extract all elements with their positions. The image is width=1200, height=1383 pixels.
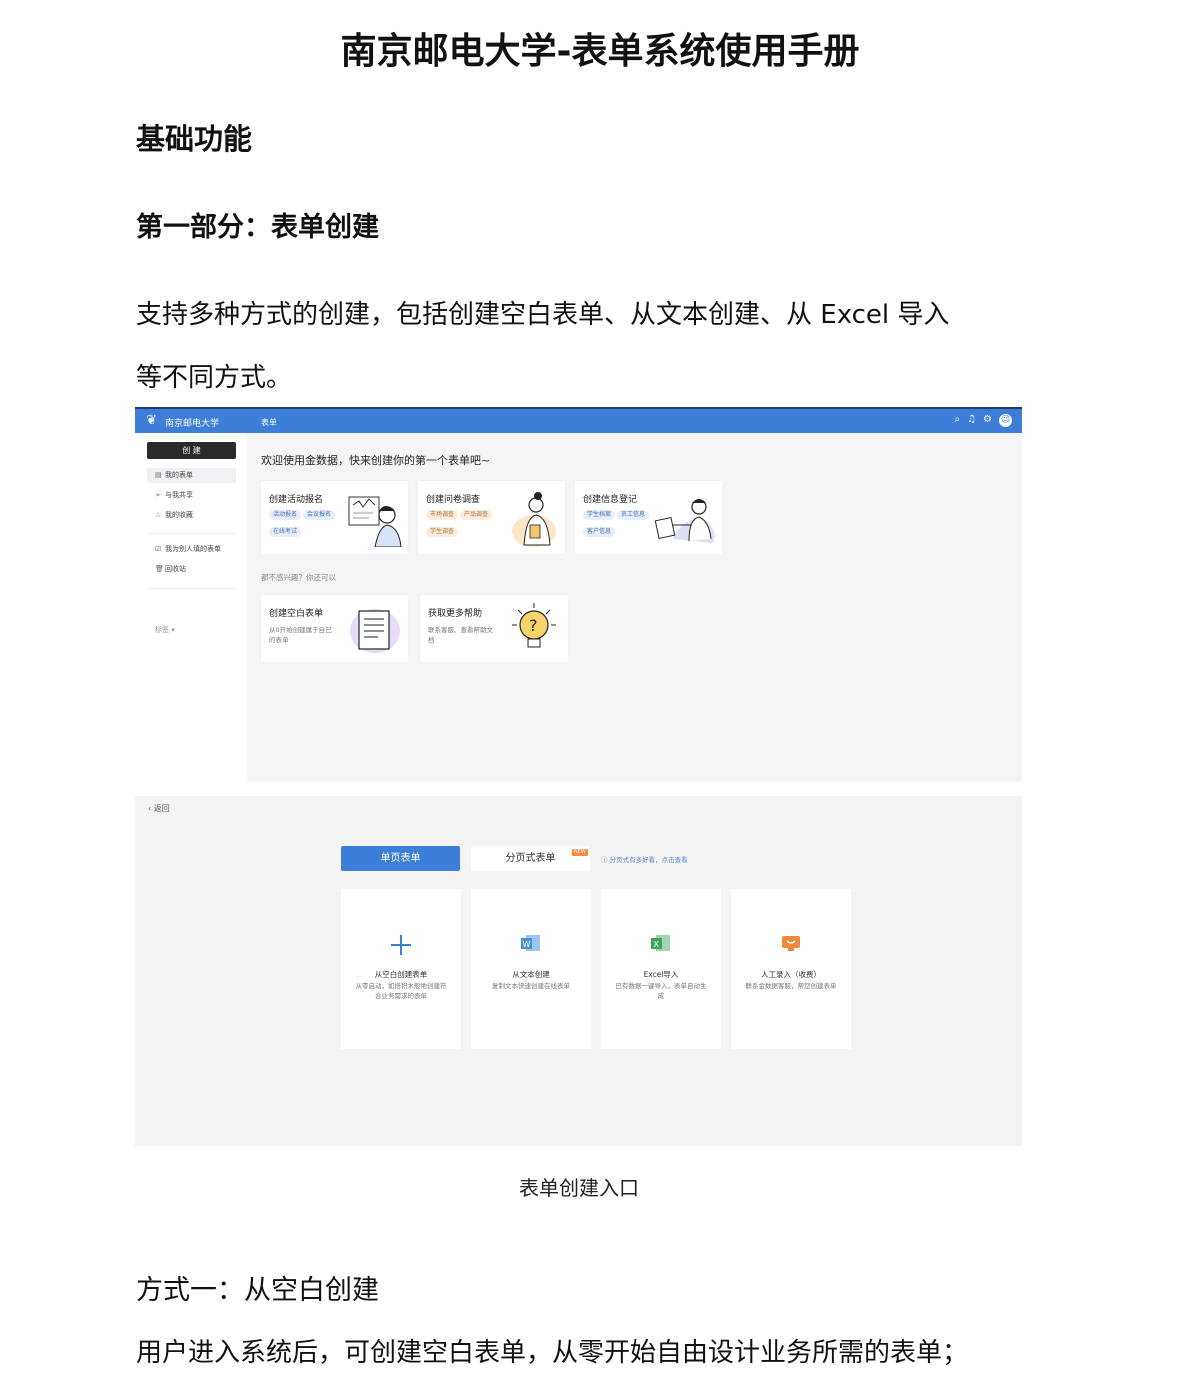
option-title: 人工录入（收费） [761,970,821,979]
multi-page-tip-link[interactable]: ⓘ 分页式有多好看，点击查看 [601,854,688,864]
document-title: 南京邮电大学-表单系统使用手册 [340,31,860,72]
back-button[interactable]: ‹ 返回 [148,803,170,814]
svg-text:W: W [523,940,531,949]
template-card-survey[interactable]: 创建问卷调查 市场调查 产品调查 学生调查 [418,481,565,554]
option-description: 联系金数据客服，帮您创建表单 [745,982,837,990]
create-blank-card[interactable]: 创建空白表单 从0开始创建属于自己的表单 [261,595,408,662]
plus-icon [341,933,461,961]
more-options-heading: 都不感兴趣？你还可以 [261,573,336,582]
app-topbar: ❦ 南京邮电大学 表单 ⌕ ♫ ⚙ ☺ [135,407,1022,433]
sidebar-item-shared[interactable]: ➢ 与我共享 [147,488,236,503]
tab-single-page[interactable]: 单页表单 [341,846,460,871]
new-badge: NEW [572,849,588,856]
option-description: 已有数据一键导入，表单自动生成 [615,982,707,1000]
tag-chip: 客户信息 [583,527,616,537]
document-icon: ▤ [155,471,162,479]
sidebar-divider [147,588,236,589]
card-description: 联系客服、查看帮助文档 [428,626,493,644]
sidebar-item-label: 与我共享 [165,491,193,499]
tag-chip: 在线考试 [269,527,302,537]
tag-chip: 产品调查 [460,510,493,520]
create-page-screenshot: ‹ 返回 单页表单 分页式表单 NEW ⓘ 分页式有多好看，点击查看 从空白创建… [135,796,1022,1146]
sidebar-tags[interactable]: 标签 ▾ [155,625,175,635]
app-brand: 南京邮电大学 [165,419,220,429]
option-from-text[interactable]: W 从文本创建 复制文本快速创建在线表单 [471,889,591,1049]
option-excel-import[interactable]: X Excel导入 已有数据一键导入，表单自动生成 [601,889,721,1049]
bell-icon[interactable]: ♫ [967,414,976,427]
option-manual-entry[interactable]: 人工录入（收费） 联系金数据客服，帮您创建表单 [731,889,851,1049]
sidebar-item-favorites[interactable]: ☆ 我的收藏 [147,508,236,523]
part-heading: 第一部分：表单创建 [136,212,379,243]
option-title: 从文本创建 [512,970,550,979]
option-title: Excel导入 [643,970,679,979]
checkbox-icon: ☑ [155,545,162,553]
card-description: 从0开始创建属于自己的表单 [269,626,332,644]
option-blank[interactable]: 从空白创建表单 从零启动，如搭积木般地创建符合业务需求的表单 [341,889,461,1049]
card-title: 创建空白表单 [269,609,324,619]
star-icon: ☆ [155,511,162,519]
method-heading: 方式一：从空白创建 [136,1275,379,1306]
tag-chip: 学生档案 [583,510,616,520]
word-icon: W [471,933,591,957]
card-title: 创建活动报名 [269,495,324,505]
tag-chip: 市场调查 [426,510,459,520]
intro-paragraph-line2: 等不同方式。 [136,363,293,393]
avatar[interactable]: ☺ [999,414,1012,427]
illustration-icon [512,492,556,547]
figure-caption: 表单创建入口 [519,1176,639,1200]
card-title: 创建问卷调查 [426,495,481,505]
lightbulb-icon: ? [512,603,556,648]
option-description: 从零启动，如搭积木般地创建符合业务需求的表单 [355,982,447,1000]
gear-icon[interactable]: ⚙ [983,414,992,427]
service-icon [731,933,851,957]
tag-chip: 学生调查 [426,527,459,537]
option-title: 从空白创建表单 [374,970,428,979]
method-paragraph: 用户进入系统后，可创建空白表单，从零开始自由设计业务所需的表单； [136,1338,969,1368]
welcome-heading: 欢迎使用金数据，快来创建你的第一个表单吧~ [261,454,491,467]
tag-chip: 活动报名 [269,510,302,520]
search-icon[interactable]: ⌕ [954,414,960,427]
dashboard-screenshot: ❦ 南京邮电大学 表单 ⌕ ♫ ⚙ ☺ 创 建 ▤ 我的表单 ➢ 与我共享 ☆ 我的收… [135,407,1022,782]
info-icon: ⓘ [601,856,608,864]
blank-form-illustration-icon [350,609,400,653]
svg-text:?: ? [529,616,538,635]
logo-icon: ❦ [146,413,157,428]
illustration-icon [654,499,715,543]
tag-chip: 员工信息 [617,510,650,520]
sidebar-item-trash[interactable]: 🗑回收站 [147,562,236,577]
excel-icon: X [601,933,721,957]
sidebar: 创 建 ▤ 我的表单 ➢ 与我共享 ☆ 我的收藏 ☑ 我为别人填的表单 🗑回收站 标签 … [135,433,247,782]
sidebar-item-filled[interactable]: ☑ 我为别人填的表单 [147,542,236,557]
illustration-icon [348,496,402,547]
intro-paragraph-line1: 支持多种方式的创建，包括创建空白表单、从文本创建、从 Excel 导入 [136,300,950,330]
card-title: 获取更多帮助 [428,609,483,619]
sidebar-item-label: 我的表单 [165,471,193,479]
sidebar-item-label: 我为别人填的表单 [165,545,221,553]
section-heading: 基础功能 [136,122,253,156]
sidebar-divider [147,533,236,534]
option-description: 复制文本快速创建在线表单 [492,982,570,990]
chevron-left-icon: ‹ [148,804,152,813]
card-title: 创建信息登记 [583,495,638,505]
nav-forms[interactable]: 表单 [261,417,277,428]
create-button[interactable]: 创 建 [147,442,236,459]
template-card-registration[interactable]: 创建信息登记 学生档案 员工信息 客户信息 [575,481,722,554]
send-icon: ➢ [155,491,161,499]
sidebar-item-label: 回收站 [165,565,186,573]
svg-text:X: X [654,940,660,949]
tag-chip: 会议报名 [303,510,336,520]
template-card-activity[interactable]: 创建活动报名 活动报名 会议报名 在线考试 [261,481,408,554]
trash-icon: 🗑 [155,565,164,573]
sidebar-item-label: 我的收藏 [165,511,193,519]
sidebar-item-my-forms[interactable]: ▤ 我的表单 [147,468,236,483]
help-card[interactable]: 获取更多帮助 联系客服、查看帮助文档 ? [420,595,568,662]
